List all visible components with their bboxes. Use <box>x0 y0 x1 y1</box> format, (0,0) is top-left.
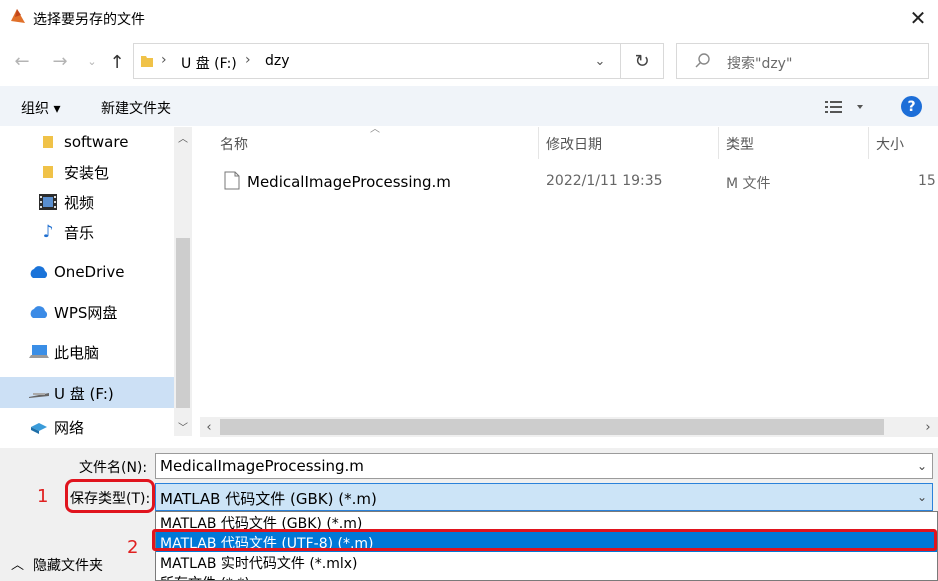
annotation-number-1: 1 <box>37 486 49 507</box>
nav-item-label: 音乐 <box>64 223 95 242</box>
save-type-dropdown-icon[interactable]: ⌄ <box>914 487 930 507</box>
recent-locations-chevron-icon[interactable]: ⌄ <box>84 50 100 72</box>
column-divider[interactable] <box>868 127 869 159</box>
file-type: M 文件 <box>726 176 771 192</box>
address-bar[interactable]: › U 盘 (F:) › dzy ⌄ <box>133 43 621 79</box>
computer-icon <box>29 345 49 359</box>
breadcrumb-drive[interactable]: U 盘 (F:) <box>181 53 237 73</box>
nav-item-onedrive[interactable]: OneDrive <box>0 257 174 287</box>
file-icon <box>224 171 240 194</box>
scroll-left-icon[interactable]: ‹ <box>201 419 217 435</box>
save-type-value: MATLAB 代码文件 (GBK) (*.m) <box>160 490 377 508</box>
address-dropdown-icon[interactable]: ⌄ <box>590 50 610 72</box>
file-size: 15 <box>918 173 936 189</box>
nav-item-software[interactable]: software <box>0 127 174 157</box>
save-type-option[interactable]: 所有文件 (*.*) <box>156 572 937 580</box>
nav-item-label: U 盘 (F:) <box>54 384 114 403</box>
filename-label: 文件名(N): <box>79 460 148 476</box>
nav-item-wps-drive[interactable]: WPS网盘 <box>0 297 174 327</box>
refresh-icon[interactable]: ↻ <box>621 43 664 79</box>
filename-dropdown-icon[interactable]: ⌄ <box>914 456 930 476</box>
forward-icon[interactable]: → <box>48 50 72 72</box>
save-type-option[interactable]: MATLAB 实时代码文件 (*.mlx) <box>156 552 937 572</box>
column-header-date[interactable]: 修改日期 <box>546 134 602 154</box>
column-divider[interactable] <box>538 127 539 159</box>
column-header-type[interactable]: 类型 <box>726 134 754 154</box>
column-header-size[interactable]: 大小 <box>876 134 904 154</box>
save-type-select[interactable]: MATLAB 代码文件 (GBK) (*.m) ⌄ <box>155 483 933 511</box>
nav-item-installers[interactable]: 安装包 <box>0 157 174 187</box>
file-date: 2022/1/11 19:35 <box>546 173 663 189</box>
nav-scrollbar-thumb[interactable] <box>176 238 190 408</box>
organize-menu[interactable]: 组织 ▾ <box>21 98 60 118</box>
nav-item-label: OneDrive <box>54 263 125 281</box>
music-note-icon: ♪ <box>42 222 54 242</box>
help-icon[interactable]: ? <box>901 96 922 117</box>
nav-item-label: software <box>64 133 129 151</box>
breadcrumb-separator-icon[interactable]: › <box>245 52 251 68</box>
option-label: 所有文件 (*.*) <box>160 573 250 580</box>
window-title: 选择要另存的文件 <box>33 12 145 28</box>
view-options-icon[interactable] <box>824 99 864 118</box>
back-icon[interactable]: ← <box>10 50 34 72</box>
folder-icon <box>41 165 55 179</box>
file-name: MedicalImageProcessing.m <box>247 173 451 191</box>
nav-item-label: 视频 <box>64 193 95 212</box>
option-label: MATLAB 实时代码文件 (*.mlx) <box>160 556 358 572</box>
drive-icon <box>29 388 49 398</box>
close-button[interactable]: ✕ <box>903 4 933 32</box>
nav-item-label: 安装包 <box>64 163 110 182</box>
annotation-number-2: 2 <box>127 537 139 558</box>
folder-icon <box>41 135 55 149</box>
file-list-scrollbar-thumb[interactable] <box>220 419 884 435</box>
scroll-down-icon[interactable]: ﹀ <box>175 418 191 434</box>
cloud-icon <box>28 305 50 319</box>
breadcrumb-separator-icon[interactable]: › <box>161 52 167 68</box>
sort-ascending-icon: ︿ <box>370 123 380 135</box>
column-divider[interactable] <box>718 127 719 159</box>
hide-folders-button[interactable]: ︿ 隐藏文件夹 <box>10 553 120 575</box>
file-row[interactable]: MedicalImageProcessing.m 2022/1/11 19:35… <box>200 166 938 196</box>
breadcrumb-folder[interactable]: dzy <box>265 53 290 69</box>
chevron-up-icon: ︿ <box>11 558 25 573</box>
search-input[interactable]: 搜索"dzy" <box>727 53 792 73</box>
new-folder-button[interactable]: 新建文件夹 <box>101 98 171 118</box>
search-icon <box>694 52 712 74</box>
nav-item-network[interactable]: 网络 <box>0 416 174 438</box>
filename-value: MedicalImageProcessing.m <box>160 457 364 475</box>
column-header-name[interactable]: 名称 <box>220 134 248 154</box>
annotation-box-utf8-option <box>152 529 937 551</box>
film-icon <box>39 194 57 210</box>
save-type-label: 保存类型(T): <box>70 491 151 507</box>
cloud-icon <box>28 265 50 279</box>
scroll-up-icon[interactable]: ︿ <box>175 129 191 145</box>
nav-item-videos[interactable]: 视频 <box>0 187 174 217</box>
nav-item-usb-drive[interactable]: U 盘 (F:) <box>0 378 174 408</box>
matlab-logo-icon <box>9 6 27 26</box>
up-icon[interactable]: ↑ <box>106 50 128 74</box>
nav-item-label: 此电脑 <box>54 343 100 362</box>
filename-input[interactable]: MedicalImageProcessing.m ⌄ <box>155 453 933 479</box>
nav-item-music[interactable]: ♪ 音乐 <box>0 217 174 247</box>
nav-item-label: WPS网盘 <box>54 303 118 322</box>
folder-icon <box>140 53 154 69</box>
hide-folders-label: 隐藏文件夹 <box>33 558 103 574</box>
search-box[interactable]: 搜索"dzy" <box>676 43 929 79</box>
network-icon <box>29 419 49 435</box>
nav-item-this-pc[interactable]: 此电脑 <box>0 337 174 367</box>
nav-item-label: 网络 <box>54 418 85 437</box>
scroll-right-icon[interactable]: › <box>920 419 936 435</box>
